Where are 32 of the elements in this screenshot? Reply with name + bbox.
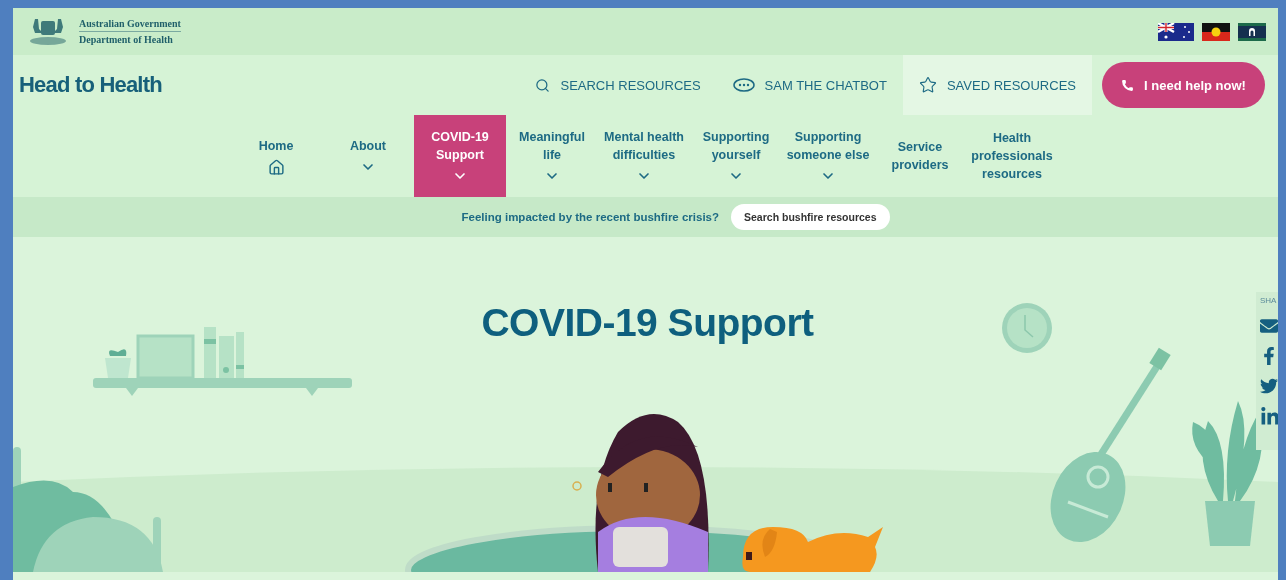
site-logo[interactable]: Head to Health xyxy=(19,72,162,98)
australian-flag-icon[interactable] xyxy=(1158,22,1194,41)
linkedin-icon[interactable] xyxy=(1260,407,1278,427)
page-title: COVID-19 Support xyxy=(481,301,814,346)
header-link[interactable]: SAVED RESOURCES xyxy=(902,55,1092,115)
phone-icon xyxy=(1121,78,1135,92)
email-icon[interactable] xyxy=(1260,317,1278,335)
help-button[interactable]: I need help now! xyxy=(1102,62,1265,108)
department-name: Department of Health xyxy=(79,33,174,47)
home-icon xyxy=(267,158,285,176)
nav-item[interactable]: COVID-19 Support xyxy=(414,115,506,197)
star-icon xyxy=(918,76,937,94)
header-link[interactable]: SAM THE CHATBOT xyxy=(716,55,903,115)
speech-bubble-icon xyxy=(732,78,755,92)
torres-strait-flag-icon[interactable] xyxy=(1238,22,1266,41)
aboriginal-flag-icon[interactable] xyxy=(1202,22,1230,41)
header-link[interactable]: SEARCH RESOURCES xyxy=(519,55,717,115)
nav-item[interactable]: Meaningful life xyxy=(506,115,598,197)
bushfire-button[interactable]: Search bushfire resources xyxy=(731,204,890,230)
twitter-icon[interactable] xyxy=(1260,377,1278,395)
nav-item[interactable]: Supporting someone else xyxy=(782,115,874,197)
nav-item[interactable]: Mental health difficulties xyxy=(598,115,690,197)
nav-item[interactable]: Home xyxy=(230,115,322,197)
nav-item[interactable]: Health professionals resources xyxy=(966,115,1058,197)
government-name: Australian Government xyxy=(79,16,181,32)
clock-icon xyxy=(1002,303,1052,353)
nav-item[interactable]: Supporting yourself xyxy=(690,115,782,197)
bushfire-prompt: Feeling impacted by the recent bushfire crisis? xyxy=(461,211,720,223)
nav-item[interactable]: About xyxy=(322,115,414,197)
nav-item[interactable]: Service providers xyxy=(874,115,966,197)
search-icon xyxy=(535,77,551,93)
share-label: SHA xyxy=(1260,296,1277,305)
